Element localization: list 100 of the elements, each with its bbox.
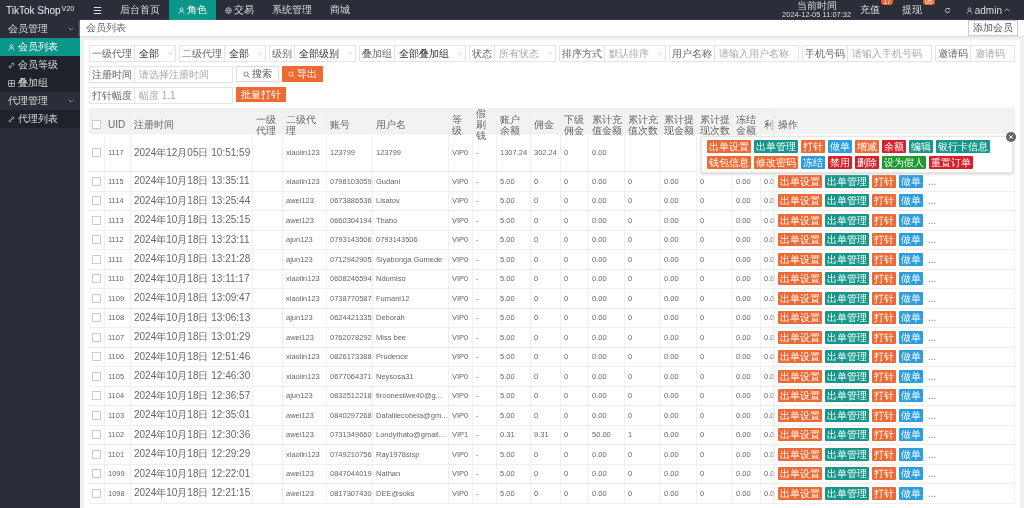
sidebar-item[interactable]: 会员等级 [0, 56, 80, 74]
action-button[interactable]: 出单管理 [825, 330, 869, 344]
search-button[interactable]: 搜索 [236, 66, 279, 82]
action-button[interactable]: 打针 [872, 428, 896, 442]
action-button[interactable]: 做单 [899, 174, 923, 188]
action-button[interactable]: 打针 [872, 291, 896, 305]
action-button[interactable]: 出单设置 [778, 447, 822, 461]
checkbox[interactable] [92, 313, 101, 323]
filter-select[interactable]: 状态 所有状态 [469, 45, 556, 62]
action-button[interactable]: 禁用 [828, 156, 852, 169]
action-button[interactable]: 出单设置 [778, 389, 822, 403]
action-button[interactable]: 做单 [899, 213, 923, 227]
action-button[interactable]: 修改密码 [754, 156, 798, 169]
checkbox[interactable] [92, 449, 101, 459]
action-button[interactable]: 做单 [899, 350, 923, 364]
action-button[interactable]: 做单 [899, 389, 923, 403]
action-button[interactable]: 做单 [899, 311, 923, 325]
sidebar-item[interactable]: 代理列表 [0, 110, 80, 128]
dose-field[interactable]: 打针幅度 幅度 1.1 [89, 87, 233, 104]
nav-tab[interactable]: 角色 [168, 0, 216, 20]
action-button[interactable]: 出单设置 [778, 291, 822, 305]
action-button[interactable]: 打针 [801, 140, 825, 153]
action-button[interactable]: 出单管理 [825, 350, 869, 364]
action-button[interactable]: 做单 [899, 252, 923, 266]
action-button[interactable]: 打针 [872, 467, 896, 481]
action-button[interactable]: 做单 [899, 291, 923, 305]
action-button[interactable]: 打针 [872, 447, 896, 461]
close-icon[interactable] [1006, 132, 1016, 142]
action-button[interactable]: 打针 [872, 174, 896, 188]
action-button[interactable]: 重置订单 [929, 156, 973, 169]
add-member-button[interactable]: 添加会员 [968, 20, 1018, 36]
filter-select[interactable]: 叠加组 全部叠加组 [359, 45, 466, 62]
checkbox[interactable] [92, 488, 101, 498]
filter-select[interactable]: 排序方式 默认排序 [559, 45, 666, 62]
action-button[interactable]: 出单设置 [778, 213, 822, 227]
export-button[interactable]: 导出 [282, 66, 323, 82]
action-button[interactable]: 打针 [872, 233, 896, 247]
nav-tab[interactable]: 后台首页 [110, 0, 169, 20]
action-button[interactable]: 出单管理 [825, 369, 869, 383]
action-button[interactable]: 出单设置 [778, 194, 822, 208]
checkbox[interactable] [92, 332, 101, 342]
action-button[interactable]: 删除 [855, 156, 879, 169]
action-button[interactable]: 出单设置 [778, 428, 822, 442]
action-button[interactable]: 银行卡信息 [936, 140, 990, 153]
filter-field[interactable]: 手机号码 请输入手机号码 [802, 45, 932, 62]
alert-link[interactable]: 提现 [901, 3, 922, 17]
sidebar-item[interactable]: 叠加组 [0, 74, 80, 92]
action-button[interactable]: 打针 [872, 350, 896, 364]
action-button[interactable]: 出单管理 [825, 408, 869, 422]
action-button[interactable]: 打针 [872, 369, 896, 383]
action-button[interactable]: 出单设置 [778, 174, 822, 188]
nav-tab[interactable]: 商城 [320, 0, 359, 20]
action-button[interactable]: 打针 [872, 389, 896, 403]
action-button[interactable]: 出单设置 [778, 272, 822, 286]
brand-logo[interactable]: TikTok Shop [5, 4, 61, 16]
action-button[interactable]: 出单管理 [825, 389, 869, 403]
checkbox[interactable] [92, 391, 101, 401]
action-button[interactable]: 打针 [872, 194, 896, 208]
action-button[interactable]: 做单 [899, 369, 923, 383]
checkbox[interactable] [92, 371, 101, 381]
checkbox[interactable] [92, 215, 101, 225]
action-button[interactable]: 出单管理 [825, 291, 869, 305]
action-button[interactable]: 出单管理 [754, 140, 798, 153]
action-button[interactable]: 增减 [855, 140, 879, 153]
action-button[interactable]: 出单设置 [778, 233, 822, 247]
checkbox[interactable] [92, 430, 101, 440]
action-button[interactable]: 做单 [899, 233, 923, 247]
action-button[interactable]: 做单 [899, 272, 923, 286]
action-button[interactable]: 编辑 [909, 140, 933, 153]
user-menu[interactable]: admin [959, 3, 1016, 17]
action-button[interactable]: 出单设置 [778, 311, 822, 325]
action-button[interactable]: 做单 [899, 447, 923, 461]
checkbox[interactable] [92, 120, 101, 129]
action-button[interactable]: 钱包信息 [707, 156, 751, 169]
action-button[interactable]: 出单设置 [778, 467, 822, 481]
action-button[interactable]: 出单管理 [825, 486, 869, 500]
filter-select[interactable]: 级别 全部级别 [269, 45, 356, 62]
nav-tab[interactable]: 系统管理 [262, 0, 321, 20]
action-button[interactable]: 做单 [899, 428, 923, 442]
action-button[interactable]: 打针 [872, 213, 896, 227]
menu-toggle-button[interactable]: ☰ [84, 0, 111, 20]
action-button[interactable]: 出单管理 [825, 233, 869, 247]
action-button[interactable]: 出单设置 [778, 369, 822, 383]
action-button[interactable]: 打针 [872, 252, 896, 266]
action-button[interactable]: 设为假人 [882, 156, 926, 169]
checkbox[interactable] [92, 196, 101, 206]
action-button[interactable]: 做单 [899, 330, 923, 344]
action-button[interactable]: 打针 [872, 311, 896, 325]
action-button[interactable]: 做单 [899, 408, 923, 422]
date-field[interactable]: 注册时间 请选择注册时间 [89, 66, 233, 83]
refresh-icon[interactable] [943, 6, 951, 14]
checkbox[interactable] [92, 469, 101, 479]
action-button[interactable]: 出单设置 [778, 408, 822, 422]
action-button[interactable]: 做单 [899, 194, 923, 208]
filter-field[interactable]: 邀请码 邀请码 [935, 45, 1015, 62]
action-button[interactable]: 出单设置 [707, 140, 751, 153]
action-button[interactable]: 打针 [872, 408, 896, 422]
filter-select[interactable]: 二级代理 全部 [179, 45, 266, 62]
action-button[interactable]: 做单 [899, 486, 923, 500]
action-button[interactable]: 出单管理 [825, 252, 869, 266]
